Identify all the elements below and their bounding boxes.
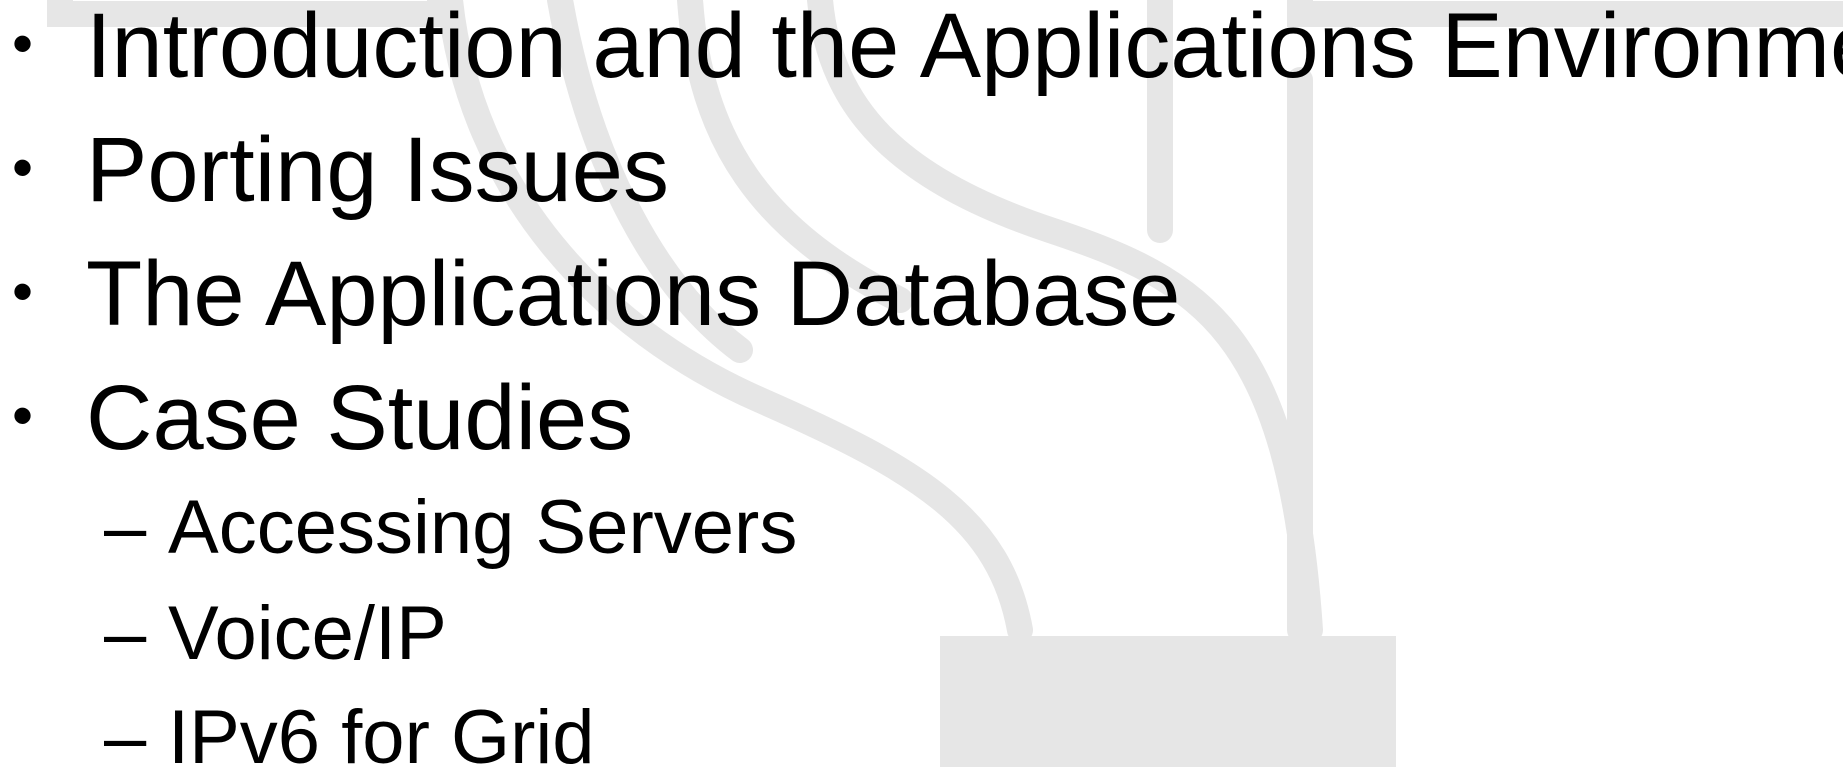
bullet-marker: • bbox=[12, 10, 34, 77]
watermark-block bbox=[940, 636, 1396, 767]
sub-bullet-text: Accessing Servers bbox=[168, 485, 798, 570]
bullet-marker: • bbox=[12, 382, 34, 449]
bullet-marker: • bbox=[12, 134, 34, 201]
sub-bullet-text: Voice/IP bbox=[168, 591, 447, 676]
slide: • Introduction and the Applications Envi… bbox=[0, 0, 1843, 767]
sub-bullet-marker: – bbox=[104, 591, 147, 676]
sub-bullet-text: IPv6 for Grid bbox=[168, 695, 595, 767]
bullet-text: Porting Issues bbox=[86, 119, 669, 221]
bullet-text: The Applications Database bbox=[86, 243, 1181, 345]
sub-bullet-marker: – bbox=[104, 695, 147, 767]
sub-bullet-marker: – bbox=[104, 485, 147, 570]
bullet-text: Introduction and the Applications Enviro… bbox=[86, 0, 1843, 97]
bullet-marker: • bbox=[12, 258, 34, 325]
bullet-text: Case Studies bbox=[86, 367, 634, 469]
